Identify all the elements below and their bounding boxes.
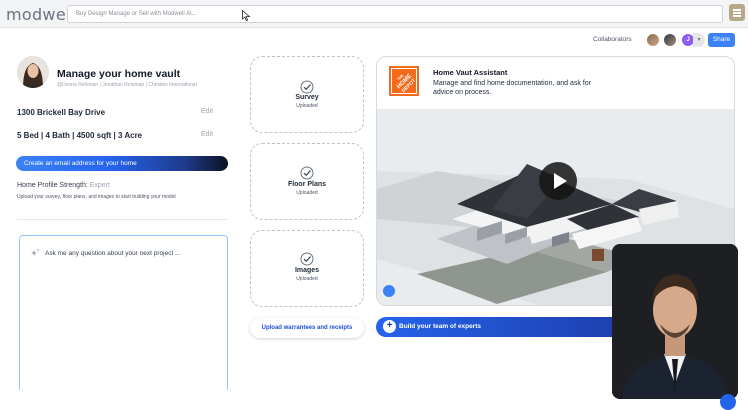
card-title: Floor Plans (287, 181, 327, 188)
assistant-title: Home Vaut Assistant (433, 68, 508, 77)
property-address: 1300 Brickell Bay Drive (17, 108, 106, 117)
profile-strength-label: Home Profile Strength: (17, 182, 88, 189)
owner-list: @Donna Reloman | Jonathan Reloman | Chri… (57, 82, 197, 88)
collaborator-avatar[interactable] (646, 33, 660, 47)
hamburger-icon-line (733, 9, 741, 11)
app-logo[interactable]: modwell (6, 5, 75, 24)
check-icon (300, 80, 314, 94)
top-bar: modwell Buy Design Manage or Sell with M… (0, 0, 748, 28)
card-status: Uploaded (296, 190, 318, 196)
check-icon (300, 166, 314, 180)
chat-input-box[interactable] (19, 235, 228, 390)
divider (17, 219, 228, 220)
play-button[interactable] (539, 162, 577, 200)
profile-strength: Home Profile Strength: Expert (17, 182, 110, 189)
check-icon (300, 252, 314, 266)
share-button[interactable]: Share (708, 33, 735, 47)
home-depot-logo: THE HOME DEPOT (389, 66, 419, 96)
mouse-cursor-icon (242, 10, 251, 21)
card-title: Survey (295, 94, 319, 101)
collaborator-avatar[interactable] (663, 33, 677, 47)
sparkle-icon (31, 248, 40, 256)
upload-hint: Upload your survey, floor plans, and ima… (17, 194, 176, 200)
video-settings-icon[interactable] (383, 285, 395, 297)
survey-upload-card[interactable]: Survey Uploaded (250, 56, 364, 133)
card-status: Uploaded (296, 103, 318, 109)
images-upload-card[interactable]: Images Uploaded (250, 230, 364, 307)
search-input[interactable]: Buy Design Manage or Sell with Modwell A… (67, 5, 723, 23)
page-title: Manage your home vault (57, 68, 181, 80)
chat-placeholder: Ask me any question about your next proj… (45, 250, 181, 257)
plus-icon: + (383, 320, 396, 333)
floor-plans-upload-card[interactable]: Floor Plans Uploaded (250, 143, 364, 220)
card-title: Images (294, 267, 320, 274)
card-status: Uploaded (296, 276, 318, 282)
edit-address-button[interactable]: Edit (201, 108, 213, 115)
webcam-video (612, 244, 738, 399)
collaborators-label: Collaborators (593, 36, 632, 43)
avatar (17, 56, 49, 88)
play-icon (554, 173, 567, 189)
assistant-fab-button[interactable] (720, 394, 736, 410)
menu-button[interactable] (729, 4, 745, 21)
upload-warranties-button[interactable]: Upload warrantees and receipts (250, 318, 364, 338)
build-team-button[interactable]: Build your team of experts (376, 317, 616, 337)
assistant-description: Manage and find home documentation, and … (433, 80, 591, 96)
edit-specs-button[interactable]: Edit (201, 131, 213, 138)
chevron-down-icon[interactable]: ▾ (693, 33, 705, 47)
profile-strength-level: Expert (89, 182, 110, 189)
hamburger-icon-line (733, 12, 741, 14)
create-email-button[interactable]: Create an email address for your home (16, 156, 228, 171)
property-specs: 5 Bed | 4 Bath | 4500 sqft | 3 Acre (17, 131, 143, 140)
hamburger-icon-line (733, 15, 741, 17)
